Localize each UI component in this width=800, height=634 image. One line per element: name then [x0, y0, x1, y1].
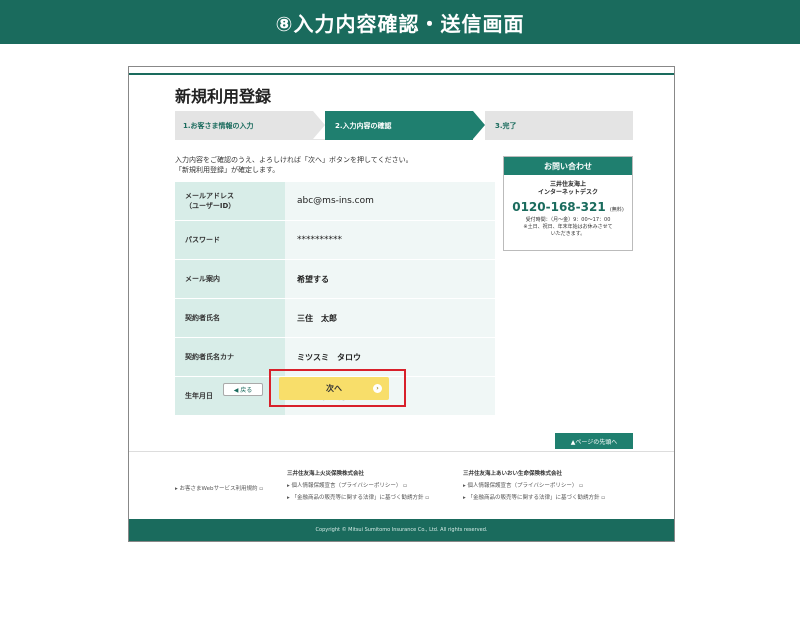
table-row: 契約者氏名 三住 太郎 [175, 299, 495, 338]
hours-note-1: ※土日、祝日、年末年始はお休みさせて [523, 224, 613, 230]
row-label-password: パスワード [175, 221, 285, 259]
next-button[interactable]: 次へ › [279, 377, 389, 400]
step-1-arrow [313, 111, 325, 139]
step-3: 3.完了 [485, 111, 633, 140]
page-top-button[interactable]: ▲ページの先頭へ [555, 433, 633, 449]
header-line [129, 73, 674, 75]
contact-heading: お問い合わせ [504, 157, 632, 175]
intro-line-1: 入力内容をご確認のうえ、よろしければ「次へ」ボタンを押してください。 [175, 156, 413, 164]
step-indicator: 1.お客さま情報の入力 2.入力内容の確認 3.完了 [175, 111, 633, 140]
step-2-current: 2.入力内容の確認 [325, 111, 473, 140]
row-label-mail-info: メール案内 [175, 260, 285, 298]
table-row: メールアドレス （ユーザーID） abc@ms-ins.com [175, 182, 495, 221]
hours-text: 受付時間：（月～金）9：00～17：00 [525, 217, 611, 223]
footer-link-privacy-1[interactable]: ▸ 個人情報保護宣言（プライバシーポリシー） ▫ [287, 482, 407, 490]
back-button[interactable]: ◀ 戻る [223, 383, 263, 396]
step-1: 1.お客さま情報の入力 [175, 111, 325, 140]
footer-company-1: 三井住友海上火災保険株式会社 [287, 471, 365, 477]
contact-company-line-2: インターネットデスク [537, 189, 598, 196]
phone-number: 0120-168-321 [512, 200, 606, 214]
browser-frame: 新規利用登録 1.お客さま情報の入力 2.入力内容の確認 3.完了 入力内容をご… [128, 66, 675, 542]
table-row: パスワード ********** [175, 221, 495, 260]
footer-link-solicitation-2[interactable]: ▸ 「金融商品の販売等に関する法律」に基づく勧誘方針 ▫ [463, 494, 605, 502]
step-2-arrow [473, 111, 485, 139]
banner-title: ⑧入力内容確認・送信画面 [275, 11, 525, 36]
row-value-name: 三住 太郎 [285, 299, 495, 337]
contact-company-line-1: 三井住友海上 [549, 181, 586, 188]
intro-line-2: 「新規利用登録」が確定します。 [175, 166, 280, 174]
row-label-email: メールアドレス （ユーザーID） [175, 182, 285, 220]
footer-link-solicitation-1[interactable]: ▸ 「金融商品の販売等に関する法律」に基づく勧誘方針 ▫ [287, 494, 429, 502]
contact-hours: 受付時間：（月～金）9：00～17：00 ※土日、祝日、年末年始はお休みさせて … [504, 217, 632, 238]
footer-link-privacy-2[interactable]: ▸ 個人情報保護宣言（プライバシーポリシー） ▫ [463, 482, 583, 490]
copyright-bar: Copyright © Mitsui Sumitomo Insurance Co… [129, 519, 674, 541]
top-banner: ⑧入力内容確認・送信画面 [0, 0, 800, 44]
page-title: 新規利用登録 [175, 87, 272, 106]
chevron-right-icon: › [373, 384, 382, 393]
intro-text: 入力内容をご確認のうえ、よろしければ「次へ」ボタンを押してください。 「新規利用… [175, 155, 413, 175]
contact-phone: 0120-168-321 (無料) [504, 200, 632, 214]
phone-note: (無料) [609, 207, 624, 213]
hours-note-2: いただきます。 [550, 231, 586, 237]
contact-company: 三井住友海上 インターネットデスク [504, 181, 632, 197]
row-value-mail-info: 希望する [285, 260, 495, 298]
table-row: メール案内 希望する [175, 260, 495, 299]
row-value-password: ********** [285, 221, 495, 259]
footer-link-web-terms[interactable]: ▸ お客さまWebサービス利用規約 ▫ [175, 485, 263, 493]
footer-divider [129, 451, 674, 452]
footer-company-2: 三井住友海上あいおい生命保険株式会社 [463, 471, 563, 477]
row-value-email: abc@ms-ins.com [285, 182, 495, 220]
next-button-label: 次へ [326, 384, 342, 393]
contact-box: お問い合わせ 三井住友海上 インターネットデスク 0120-168-321 (無… [503, 156, 633, 251]
row-label-name: 契約者氏名 [175, 299, 285, 337]
copyright-text: Copyright © Mitsui Sumitomo Insurance Co… [315, 527, 488, 533]
